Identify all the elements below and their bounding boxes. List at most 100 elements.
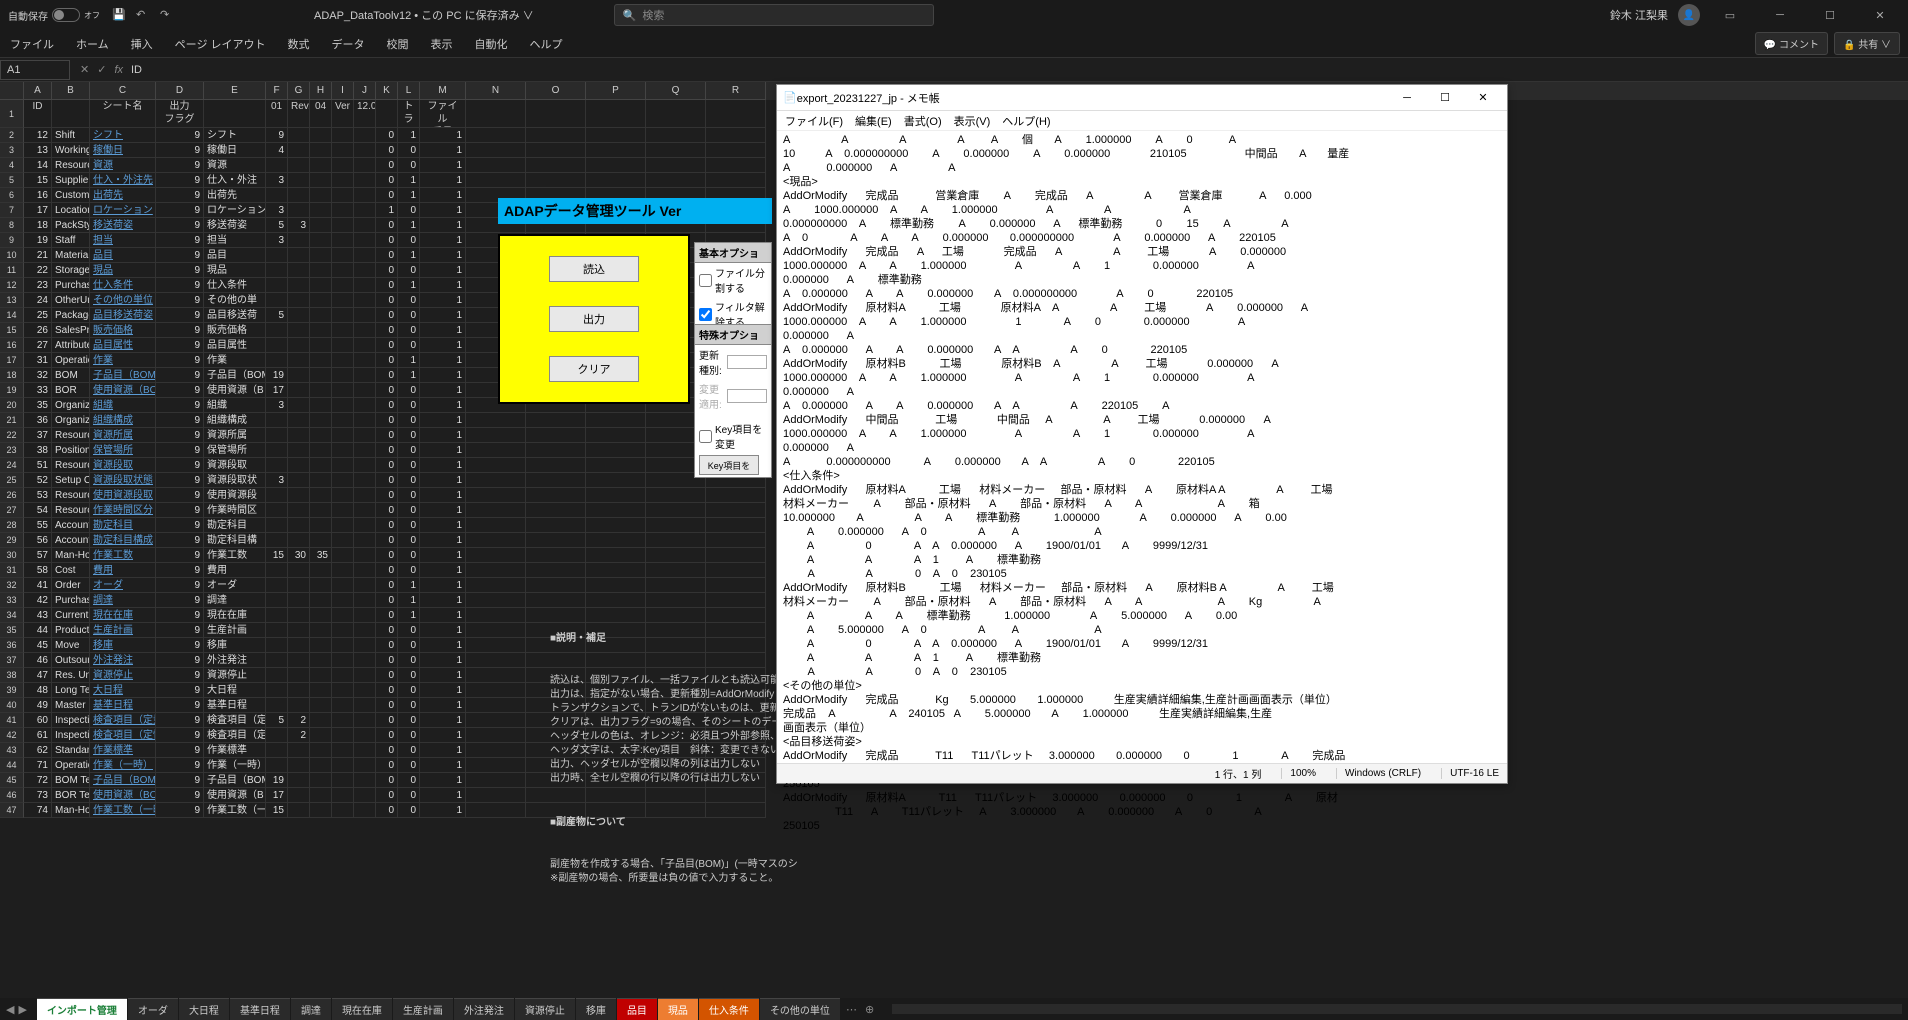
column-header[interactable]: B	[52, 82, 90, 100]
cell[interactable]	[354, 713, 376, 728]
cell[interactable]: 41	[24, 578, 52, 593]
cell[interactable]: 0	[376, 248, 398, 263]
cell[interactable]	[466, 623, 526, 638]
row-header[interactable]: 7	[0, 203, 24, 218]
cell[interactable]: Ver	[332, 100, 354, 128]
cell[interactable]: 60	[24, 713, 52, 728]
cell[interactable]	[310, 713, 332, 728]
cell[interactable]	[266, 293, 288, 308]
cell[interactable]	[466, 668, 526, 683]
row-header[interactable]: 39	[0, 683, 24, 698]
cell[interactable]	[526, 458, 586, 473]
cell[interactable]	[354, 488, 376, 503]
cell[interactable]	[354, 683, 376, 698]
cell[interactable]: 1	[398, 173, 420, 188]
cell[interactable]	[332, 503, 354, 518]
cell[interactable]	[466, 518, 526, 533]
cell[interactable]	[354, 533, 376, 548]
cell[interactable]: 04	[310, 100, 332, 128]
cell[interactable]: 30	[288, 548, 310, 563]
cell[interactable]: 16	[24, 188, 52, 203]
cell[interactable]	[310, 788, 332, 803]
cell[interactable]: 1	[420, 383, 466, 398]
cell[interactable]: 1	[376, 203, 398, 218]
column-header[interactable]: L	[398, 82, 420, 100]
cell[interactable]	[266, 188, 288, 203]
cell[interactable]: 1	[420, 743, 466, 758]
cell[interactable]: 組織構成	[90, 413, 156, 428]
cell[interactable]: 1	[420, 173, 466, 188]
cell[interactable]: 0	[376, 593, 398, 608]
cell[interactable]	[266, 263, 288, 278]
cell[interactable]: 3	[266, 233, 288, 248]
cell[interactable]: 0	[376, 653, 398, 668]
cell[interactable]: ロケーション	[90, 203, 156, 218]
cell[interactable]: 生産計画	[204, 623, 266, 638]
cell[interactable]: 17	[266, 383, 288, 398]
cell[interactable]	[354, 503, 376, 518]
key-field-button[interactable]: Key項目を	[699, 455, 759, 475]
cell[interactable]	[266, 158, 288, 173]
cell[interactable]: 品目属性	[204, 338, 266, 353]
sheet-tab[interactable]: 大日程	[179, 998, 229, 1020]
cell[interactable]	[526, 503, 586, 518]
cell[interactable]: 9	[156, 548, 204, 563]
cell[interactable]: 0	[398, 263, 420, 278]
cell[interactable]	[332, 578, 354, 593]
cell[interactable]	[706, 518, 766, 533]
cell[interactable]: Position	[52, 443, 90, 458]
column-header[interactable]: N	[466, 82, 526, 100]
row-header[interactable]: 29	[0, 533, 24, 548]
cell[interactable]: 1	[398, 368, 420, 383]
cell[interactable]: 1	[420, 668, 466, 683]
cell[interactable]: 作業工数（一	[204, 803, 266, 818]
cell[interactable]	[288, 368, 310, 383]
cell[interactable]: 42	[24, 593, 52, 608]
cell[interactable]: Material	[52, 248, 90, 263]
cell[interactable]: 1	[420, 713, 466, 728]
ribbon-tab-9[interactable]: ヘルプ	[528, 32, 565, 56]
cell[interactable]	[466, 473, 526, 488]
cell[interactable]: PurchaseCo	[52, 278, 90, 293]
cell[interactable]	[354, 623, 376, 638]
cell[interactable]	[288, 638, 310, 653]
cell[interactable]: 資源所属	[90, 428, 156, 443]
cell[interactable]	[586, 548, 646, 563]
cell[interactable]: 検査項目（定	[204, 728, 266, 743]
cell[interactable]	[466, 488, 526, 503]
cell[interactable]: 0	[398, 143, 420, 158]
cell[interactable]: 1	[420, 788, 466, 803]
cell[interactable]	[332, 353, 354, 368]
cell[interactable]	[466, 773, 526, 788]
cell[interactable]	[310, 488, 332, 503]
column-header[interactable]: I	[332, 82, 354, 100]
cell[interactable]	[332, 683, 354, 698]
cell[interactable]: 0	[376, 458, 398, 473]
cell[interactable]: 0	[376, 308, 398, 323]
cell[interactable]	[332, 443, 354, 458]
cell[interactable]: 0	[376, 743, 398, 758]
cell[interactable]: 子品目（BOM	[204, 773, 266, 788]
cell[interactable]	[332, 623, 354, 638]
cell[interactable]: 現在在庫	[90, 608, 156, 623]
cell[interactable]: Resource-O	[52, 428, 90, 443]
cell[interactable]: 14	[24, 158, 52, 173]
cell[interactable]	[354, 563, 376, 578]
cell[interactable]	[332, 308, 354, 323]
cell[interactable]: Operation	[52, 758, 90, 773]
cell[interactable]: 大日程	[204, 683, 266, 698]
cell[interactable]	[354, 518, 376, 533]
cell[interactable]: 使用資源段	[204, 488, 266, 503]
cell[interactable]: 62	[24, 743, 52, 758]
cell[interactable]: 0	[398, 758, 420, 773]
cell[interactable]: 9	[156, 278, 204, 293]
cell[interactable]	[310, 188, 332, 203]
sheet-tab[interactable]: 基準日程	[230, 998, 290, 1020]
cell[interactable]	[288, 563, 310, 578]
row-header[interactable]: 5	[0, 173, 24, 188]
cell[interactable]: 9	[266, 128, 288, 143]
cell[interactable]: 0	[398, 803, 420, 818]
add-sheet-icon[interactable]: ⊕	[859, 1003, 880, 1016]
cell[interactable]	[332, 173, 354, 188]
cell[interactable]	[288, 158, 310, 173]
